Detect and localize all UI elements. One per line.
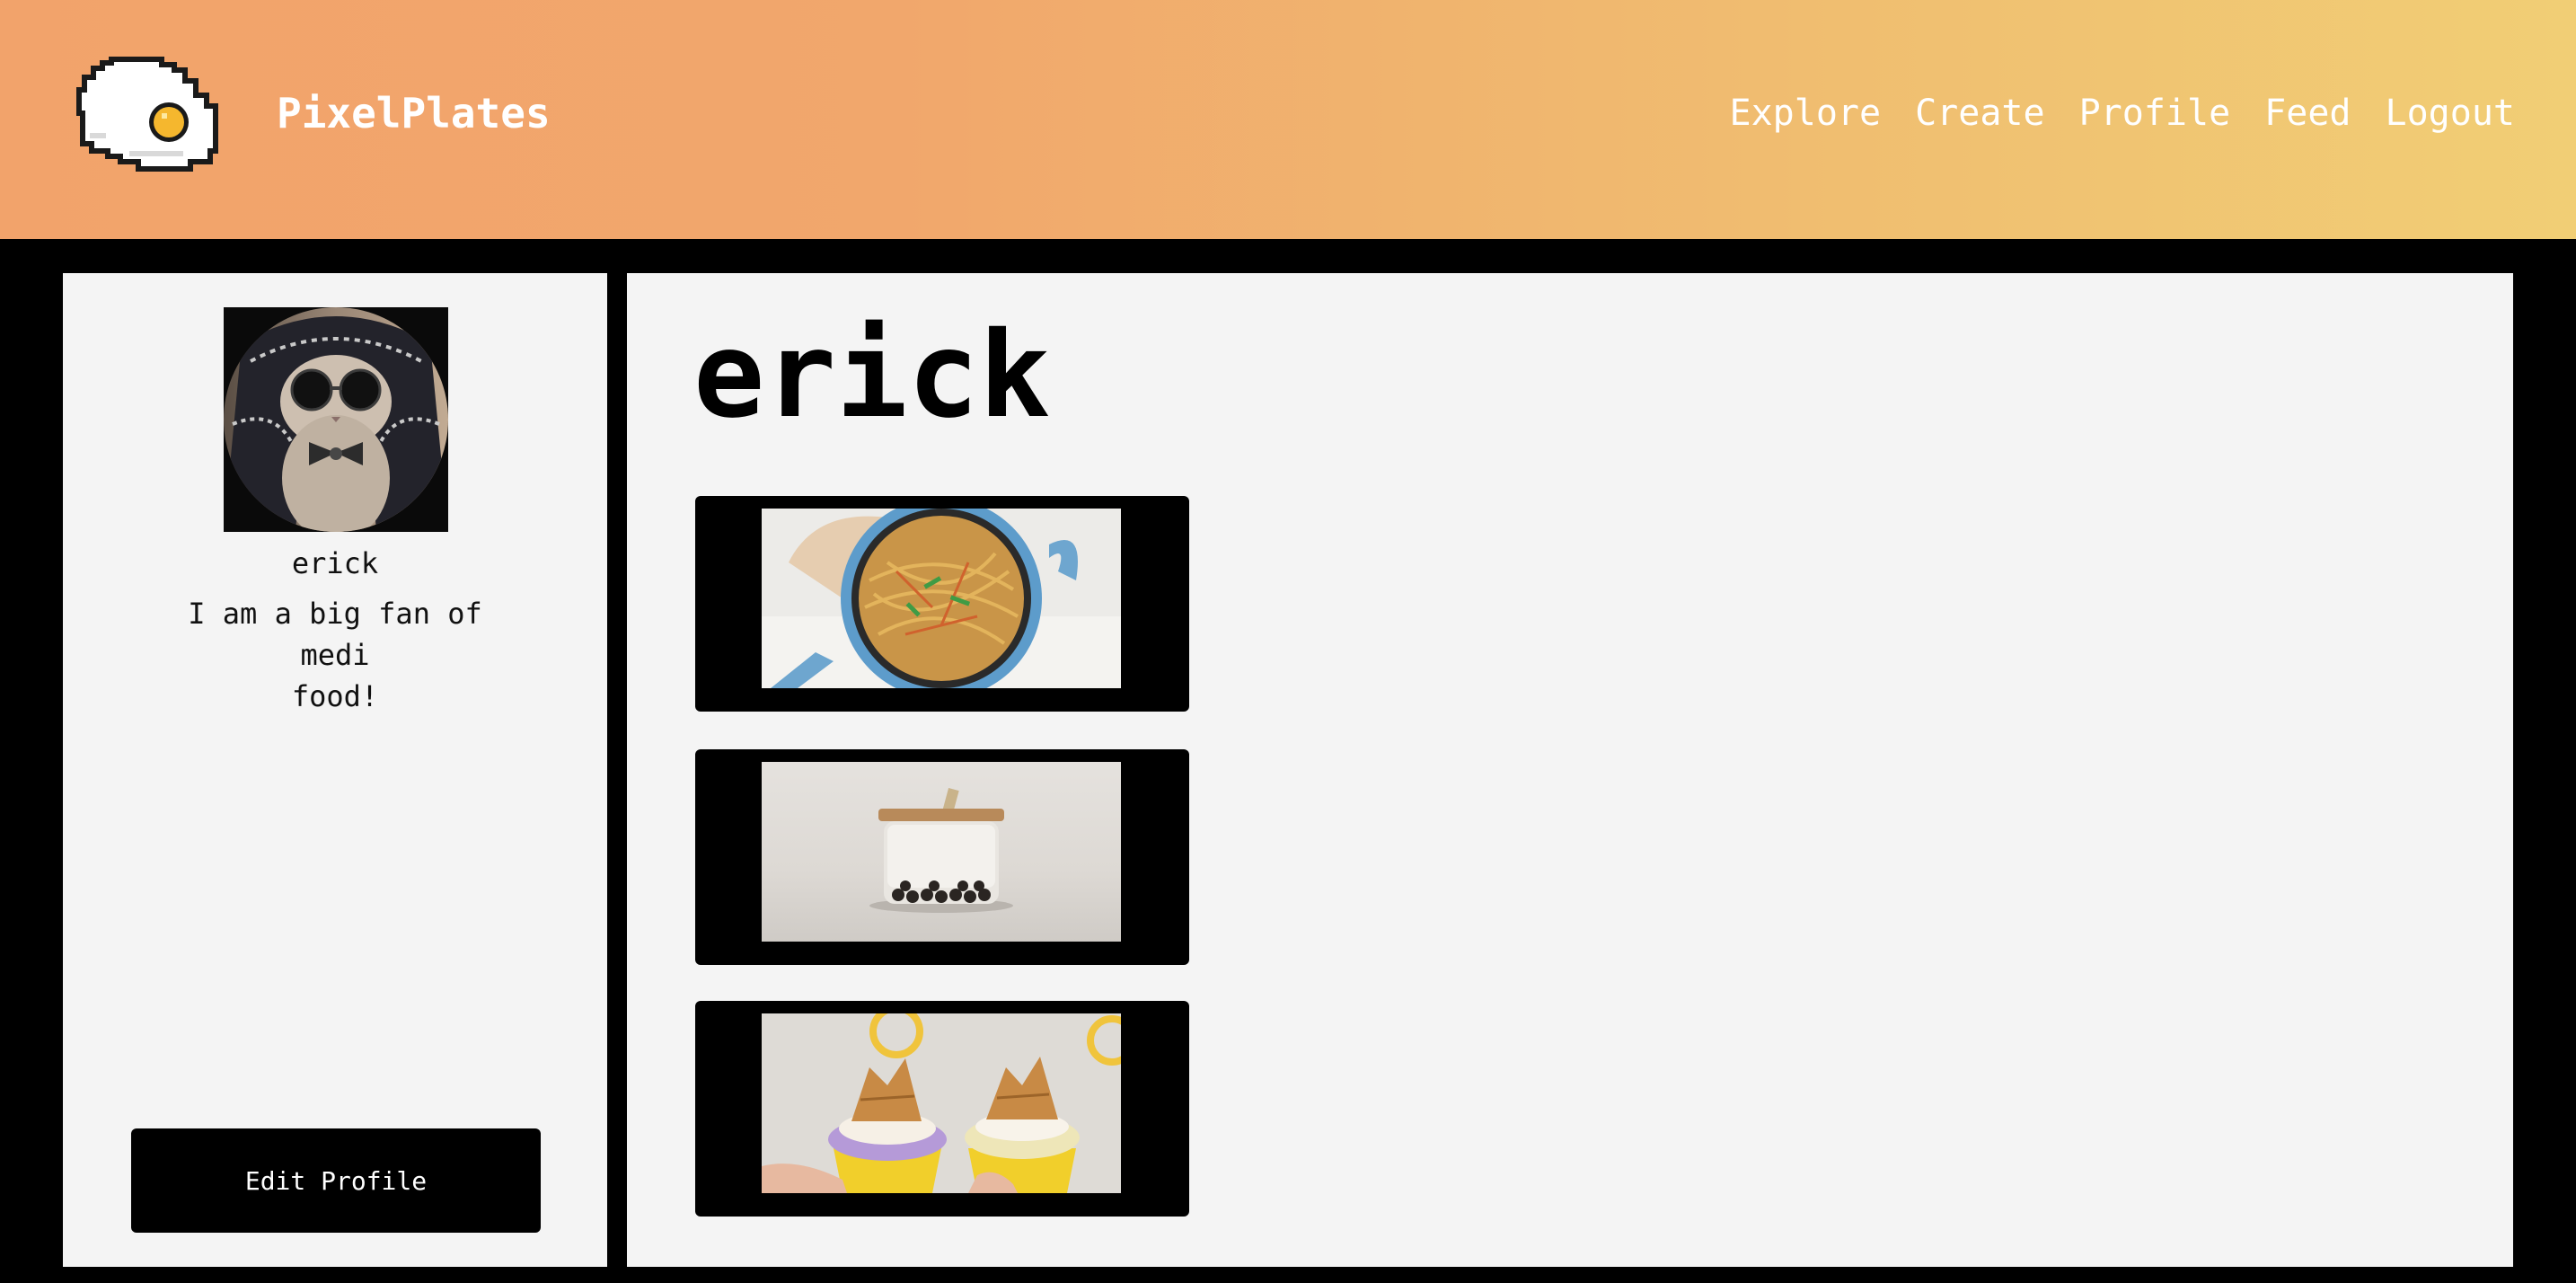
nav-create[interactable]: Create [1915,88,2045,138]
main-content: erick [627,273,2513,1267]
nav-feed[interactable]: Feed [2264,88,2351,138]
top-header: PixelPlates Explore Create Profile Feed … [0,0,2576,239]
nav-logout[interactable]: Logout [2386,88,2516,138]
profile-sidebar: erick I am a big fan of medi food! Edit … [63,273,607,1267]
post-card-bubble-tea[interactable] [695,749,1189,965]
profile-username: erick [291,546,379,580]
page-title: erick [693,306,1051,445]
edit-profile-button[interactable]: Edit Profile [131,1128,541,1233]
ice-cream-image [762,1013,1121,1193]
nav-profile[interactable]: Profile [2079,88,2231,138]
post-card-noodles[interactable] [695,496,1189,712]
profile-bio: I am a big fan of medi food! [188,597,482,713]
nav-explore[interactable]: Explore [1730,88,1882,138]
bubble-tea-image [762,762,1121,942]
avatar [224,307,448,532]
main-nav: Explore Create Profile Feed Logout [1730,88,2515,138]
fried-egg-logo-icon[interactable] [75,50,225,174]
brand-name[interactable]: PixelPlates [277,88,551,138]
post-card-ice-cream[interactable] [695,1001,1189,1217]
noodles-image [762,509,1121,688]
